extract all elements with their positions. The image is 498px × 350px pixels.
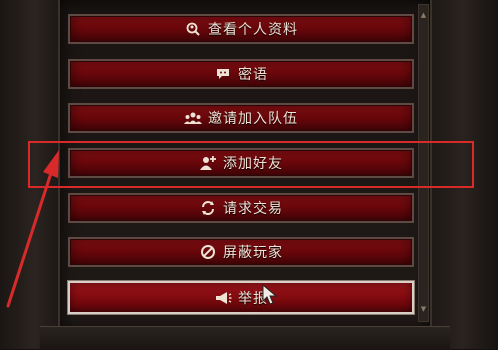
annotation-arrow-icon [6, 150, 59, 308]
